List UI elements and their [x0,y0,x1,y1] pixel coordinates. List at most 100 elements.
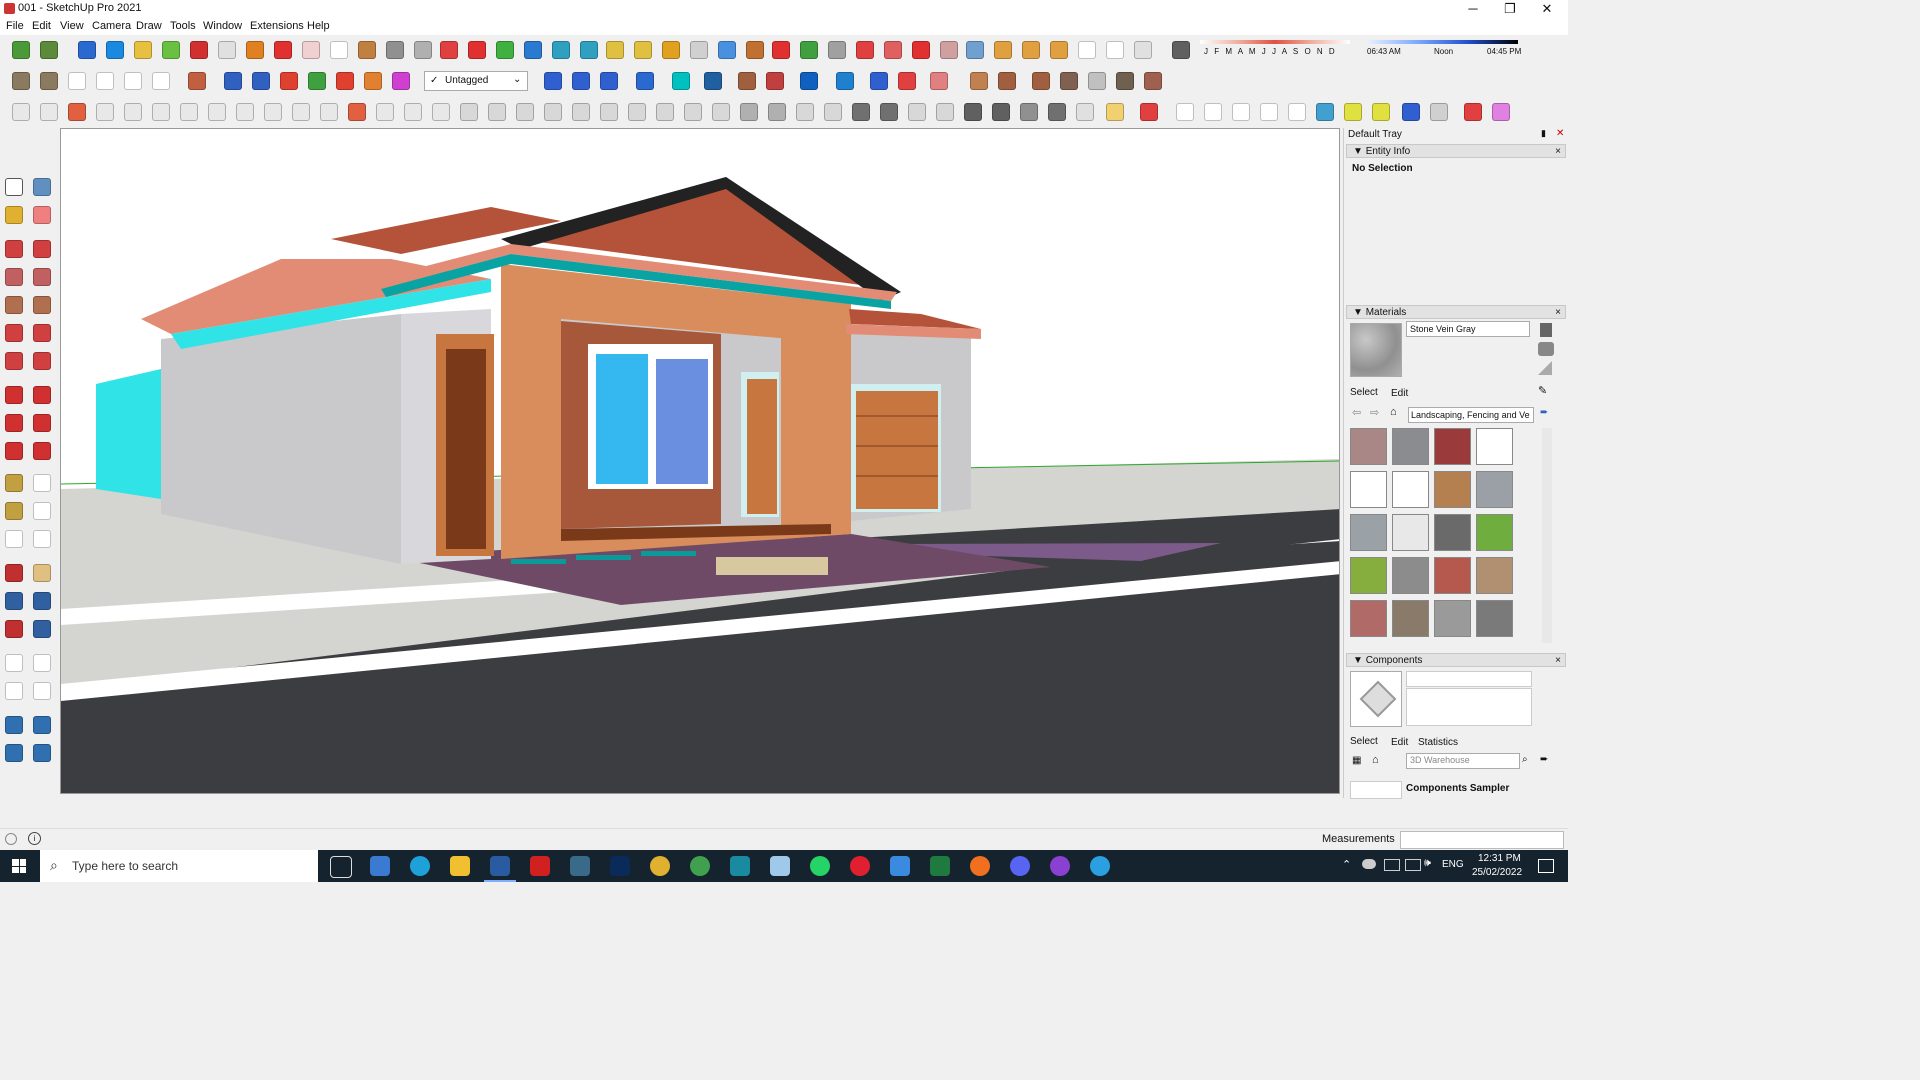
materials-close-icon[interactable]: × [1555,306,1561,319]
section-cut-icon[interactable] [330,41,348,59]
outer-shell-icon[interactable] [218,41,236,59]
red-tool-icon[interactable] [1464,103,1482,121]
material-name-field[interactable]: Stone Vein Gray [1406,321,1530,337]
materials-tab-edit[interactable]: Edit [1391,388,1408,399]
extrude-1-icon[interactable] [224,72,242,90]
draw-tool-26-icon[interactable] [712,103,730,121]
array-icon[interactable] [940,41,958,59]
material-swatch[interactable] [1350,600,1387,637]
align-2-icon[interactable] [766,72,784,90]
align-icon[interactable] [738,72,756,90]
app-teal-icon[interactable] [730,856,750,876]
material-swatch[interactable] [1434,600,1471,637]
draw-tool-25-icon[interactable] [684,103,702,121]
file-explorer-icon[interactable] [450,856,470,876]
paint-icon[interactable] [636,72,654,90]
iso-view-icon[interactable] [12,72,30,90]
shadows-icon[interactable] [1172,41,1190,59]
circle-dash-icon[interactable] [1106,41,1124,59]
tile-grid-icon[interactable] [1022,41,1040,59]
task-view-icon[interactable] [330,856,352,878]
scale-icon[interactable] [5,442,23,460]
pyramid-icon[interactable] [580,41,598,59]
menu-camera[interactable]: Camera [92,20,131,32]
redo-icon[interactable] [898,72,916,90]
stairs-2-icon[interactable] [488,103,506,121]
sandbox-from-scratch-icon[interactable] [33,716,51,734]
loop-icon[interactable] [772,41,790,59]
curve-icon[interactable] [414,41,432,59]
sketchup-taskbar-icon[interactable] [490,856,510,876]
paint-bucket-icon[interactable] [1106,103,1124,121]
push-pull-left-icon[interactable] [33,386,51,404]
app-light-icon[interactable] [770,856,790,876]
material-swatch[interactable] [1392,600,1429,637]
position-camera-icon[interactable] [5,654,23,672]
section-left-icon[interactable] [33,682,51,700]
draw-tool-9-icon[interactable] [236,103,254,121]
component-description-field[interactable] [1406,688,1532,726]
draw-tool-3-icon[interactable] [68,103,86,121]
arc-icon[interactable] [5,324,23,342]
follow-me-left-icon[interactable] [33,414,51,432]
circle-shape-icon[interactable] [1204,103,1222,121]
hexagon-shape-icon[interactable] [1232,103,1250,121]
extrude-6-icon[interactable] [364,72,382,90]
volume-icon[interactable]: 🕪 [1424,857,1431,870]
edge-icon[interactable] [410,856,430,876]
draw-tool-34-icon[interactable] [936,103,954,121]
material-swatch[interactable] [1392,557,1429,594]
pencil-icon[interactable] [5,240,23,258]
material-swatch[interactable] [1476,471,1513,508]
photoshop-icon[interactable] [610,856,630,876]
draw-tool-5-icon[interactable] [124,103,142,121]
hand-2-icon[interactable] [516,103,534,121]
notifications-icon[interactable] [1538,859,1554,873]
home-icon[interactable]: ⌂ [1372,754,1379,766]
back-arrow-icon[interactable]: ⇦ [1352,406,1361,419]
material-swatch[interactable] [1476,557,1513,594]
draw-tool-10-icon[interactable] [264,103,282,121]
extrude-2-icon[interactable] [252,72,270,90]
warehouse-icon[interactable] [358,41,376,59]
menu-edit[interactable]: Edit [32,20,51,32]
materials-header[interactable]: ▼ Materials × [1346,305,1566,319]
draw-tool-28-icon[interactable] [768,103,786,121]
draw-tool-31-icon[interactable] [852,103,870,121]
onedrive-icon[interactable] [1362,859,1376,869]
opera-icon[interactable] [850,856,870,876]
menu-view[interactable]: View [60,20,84,32]
entity-info-close-icon[interactable]: × [1555,145,1561,158]
draw-tool-16-icon[interactable] [432,103,450,121]
eraser-icon[interactable] [33,206,51,224]
pin-icon[interactable]: ▮ [1541,128,1546,139]
walk-icon[interactable] [5,682,23,700]
network-icon[interactable] [1405,859,1421,871]
gear-shape-icon[interactable] [1344,103,1362,121]
spiral-shape-icon[interactable] [1430,103,1448,121]
freehand-icon[interactable] [33,240,51,258]
tray-close-icon[interactable]: ✕ [1556,128,1564,139]
media-icon[interactable] [1050,856,1070,876]
look-around-icon[interactable] [33,654,51,672]
eraser-pink-icon[interactable] [1492,103,1510,121]
draw-tool-11-icon[interactable] [292,103,310,121]
select-arrow-icon[interactable] [5,178,23,196]
circle-icon[interactable] [5,296,23,314]
polygon-icon[interactable] [33,296,51,314]
pencil-red-icon[interactable] [1140,103,1158,121]
tag-tool-icon[interactable] [544,72,562,90]
rope-icon[interactable] [662,41,680,59]
details-arrow-icon[interactable]: ➨ [1540,407,1548,418]
blue-shape-icon[interactable] [1402,103,1420,121]
smoove-icon[interactable] [5,744,23,762]
components-search-input[interactable]: 3D Warehouse [1406,753,1520,769]
left-view-icon[interactable] [152,72,170,90]
tray-overflow-icon[interactable]: ⌃ [1342,858,1351,871]
square-shape-icon[interactable] [1176,103,1194,121]
three-point-arc-icon[interactable] [5,352,23,370]
draw-tool-32-icon[interactable] [880,103,898,121]
tile-grid-2-icon[interactable] [1050,41,1068,59]
menu-file[interactable]: File [6,20,24,32]
stamp-icon[interactable] [33,744,51,762]
